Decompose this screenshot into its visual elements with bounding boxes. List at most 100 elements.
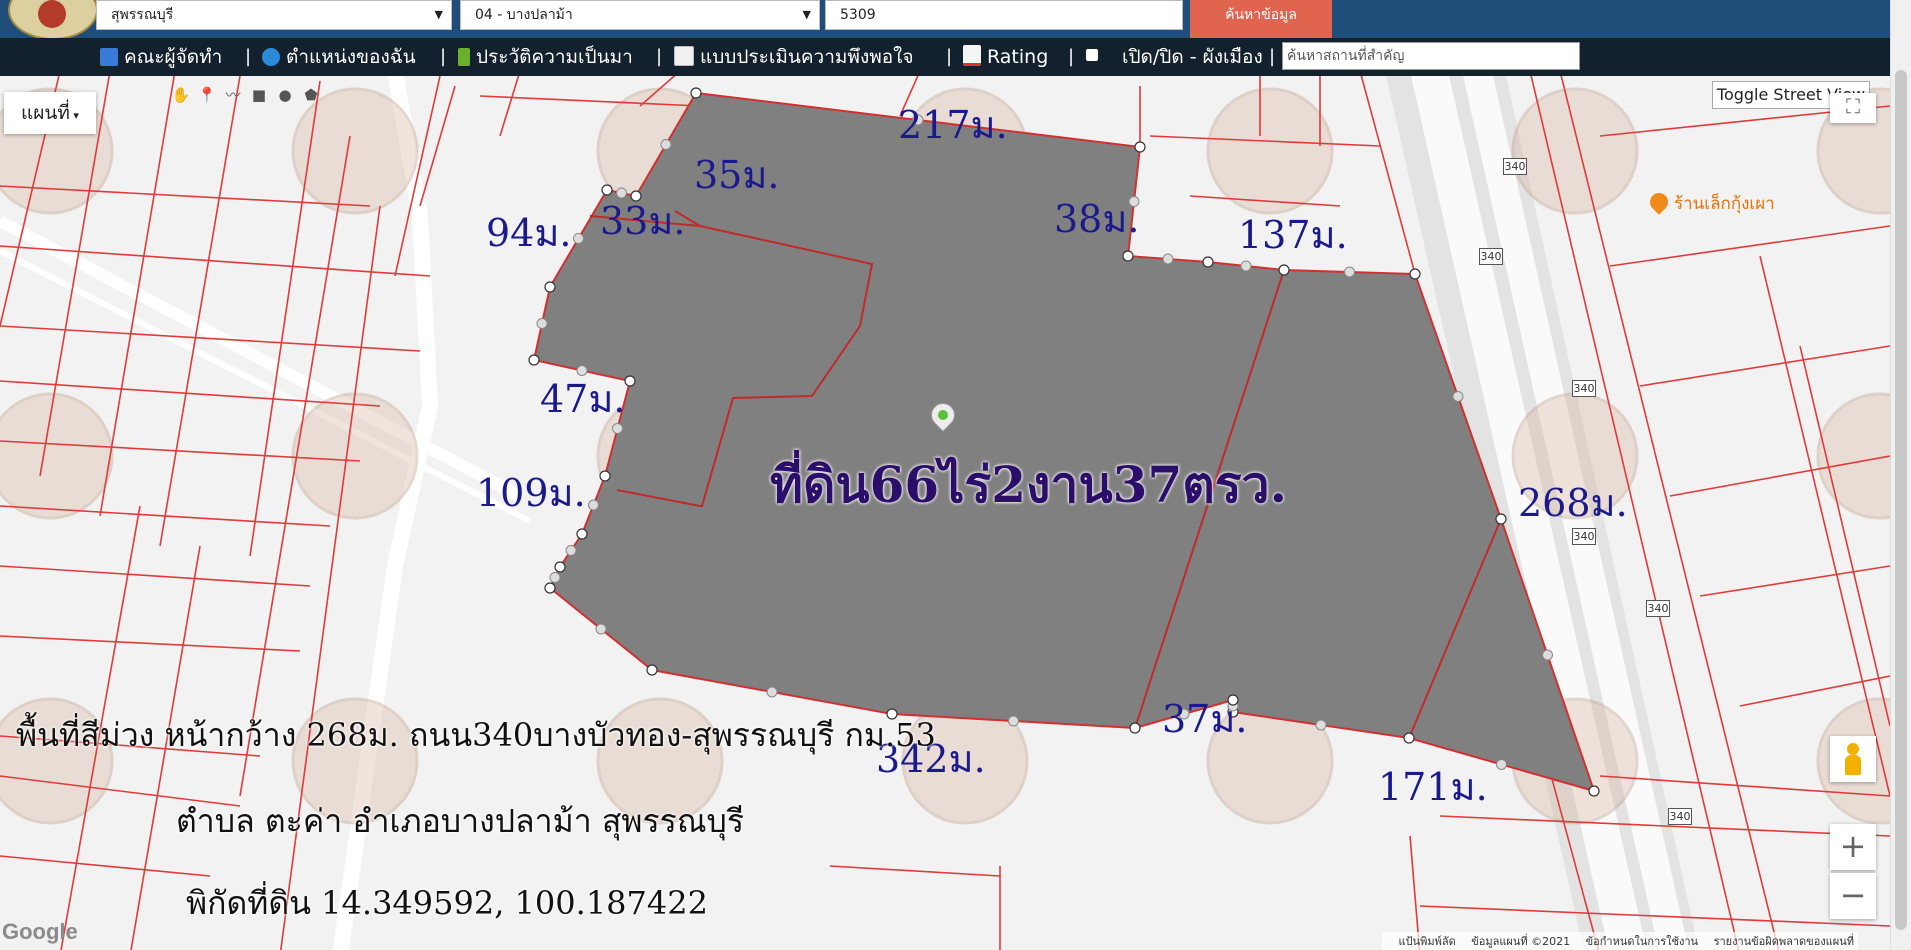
poi-label: ร้านเล็กกุ้งเผา — [1674, 194, 1775, 214]
scrollbar-thumb[interactable] — [1895, 70, 1907, 930]
vertex-handle[interactable] — [576, 528, 588, 540]
midpoint-handle[interactable] — [536, 318, 548, 329]
caret-down-icon: ▾ — [69, 109, 79, 122]
nav-separator: | — [245, 46, 252, 67]
nav-item-survey[interactable]: แบบประเมินความพึงพอใจ — [674, 38, 914, 76]
page-scrollbar[interactable] — [1890, 0, 1911, 950]
nav-item-label: Rating — [987, 46, 1049, 68]
vertex-handle[interactable] — [690, 87, 702, 99]
midpoint-handle[interactable] — [565, 545, 577, 556]
dimension-label: 109ม. — [476, 471, 586, 515]
dimension-label: 37ม. — [1162, 697, 1248, 741]
rectangle-icon[interactable]: ■ — [246, 82, 272, 108]
team-icon — [100, 48, 118, 66]
footer-mapdata: ข้อมูลแผนที่ ©2021 — [1471, 935, 1571, 948]
map-type-label: แผนที่ — [21, 102, 70, 124]
nav-item-label: ตำแหน่งของฉัน — [286, 46, 416, 68]
watermark-emblem — [1511, 87, 1639, 215]
nav-item-history[interactable]: ประวัติความเป็นมา — [458, 38, 633, 76]
dimension-label: 33ม. — [600, 199, 686, 243]
area-label: ที่ดิน66ไร่2งาน37ตรว. — [770, 455, 1288, 514]
vertex-handle[interactable] — [1129, 722, 1141, 734]
department-logo — [8, 0, 98, 40]
footer-shortcuts-link[interactable]: แป้นพิมพ์ลัด — [1398, 935, 1455, 948]
nav-separator: | — [1068, 46, 1075, 67]
zoom-in-button[interactable]: + — [1830, 824, 1876, 870]
vertex-handle[interactable] — [1122, 250, 1134, 262]
zoom-out-button[interactable]: − — [1830, 873, 1876, 919]
vertex-handle[interactable] — [646, 664, 658, 676]
parcel-number-input[interactable]: 5309 — [825, 0, 1183, 30]
polygon-icon[interactable]: ⬟ — [298, 82, 324, 108]
province-select[interactable]: สุพรรณบุรี ▼ — [96, 0, 452, 30]
midpoint-handle[interactable] — [660, 139, 672, 150]
map-type-button[interactable]: แผนที่ ▾ — [4, 92, 96, 134]
drawing-toolbar: ✋ 📍 〰 ■ ● ⬟ — [168, 82, 324, 108]
dimension-label: 171ม. — [1378, 765, 1488, 809]
nav-item-toggle-cityplan[interactable]: เปิด/ปิด - ผังเมือง — [1086, 38, 1263, 76]
poi-restaurant[interactable]: ร้านเล็กกุ้งเผา — [1646, 189, 1775, 217]
footer-report-link[interactable]: รายงานข้อผิดพลาดของแผนที่ — [1714, 935, 1854, 948]
restaurant-pin-icon — [1646, 189, 1672, 215]
vertex-handle[interactable] — [624, 375, 636, 387]
fullscreen-button[interactable]: ⛶ — [1830, 93, 1876, 123]
polyline-icon[interactable]: 〰 — [220, 82, 246, 108]
parcel-number-value: 5309 — [840, 7, 876, 23]
nav-item-team[interactable]: คณะผู้จัดทำ — [100, 38, 222, 76]
map-footer: แป้นพิมพ์ลัด ข้อมูลแผนที่ ©2021 ข้อกำหนด… — [1382, 932, 1858, 950]
map-canvas[interactable]: แผนที่ ▾ ✋ 📍 〰 ■ ● ⬟ Toggle Street View ร้านเ… — [0, 76, 1890, 950]
midpoint-handle[interactable] — [1344, 266, 1355, 278]
nav-item-label: คณะผู้จัดทำ — [124, 46, 223, 68]
marker-icon[interactable]: 📍 — [194, 82, 220, 108]
nav-item-my-location[interactable]: ตำแหน่งของฉัน — [262, 38, 416, 76]
circle-icon[interactable]: ● — [272, 82, 298, 108]
place-search-input[interactable]: ค้นหาสถานที่สำคัญ — [1282, 42, 1580, 70]
vertex-handle[interactable] — [1278, 264, 1290, 276]
midpoint-handle[interactable] — [595, 623, 607, 635]
checkbox-icon[interactable] — [1086, 49, 1098, 61]
midpoint-handle[interactable] — [766, 686, 778, 698]
vertex-handle[interactable] — [1495, 513, 1507, 525]
vertex-handle[interactable] — [1409, 268, 1421, 280]
midpoint-handle[interactable] — [1008, 715, 1019, 727]
dimension-label: 94ม. — [486, 211, 572, 255]
nav-item-rating[interactable]: Rating — [963, 38, 1048, 76]
road-shield: 340 — [1572, 380, 1596, 397]
midpoint-handle[interactable] — [1452, 391, 1464, 402]
chevron-down-icon: ▼ — [802, 8, 811, 21]
vertex-handle[interactable] — [1134, 141, 1146, 153]
vertex-handle[interactable] — [1403, 732, 1415, 744]
form-icon — [674, 46, 694, 66]
road-shield: 340 — [1503, 158, 1527, 175]
midpoint-handle[interactable] — [549, 572, 561, 583]
vertex-handle[interactable] — [554, 561, 566, 573]
district-select[interactable]: 04 - บางปลาม้า ▼ — [460, 0, 820, 30]
dimension-label: 137ม. — [1238, 213, 1348, 257]
google-logo: Google — [2, 919, 78, 944]
vertex-handle[interactable] — [528, 354, 540, 366]
vertex-handle[interactable] — [1588, 785, 1600, 797]
vertex-handle[interactable] — [544, 582, 556, 594]
chevron-down-icon: ▼ — [434, 8, 443, 21]
vertex-handle[interactable] — [544, 281, 556, 293]
midpoint-handle[interactable] — [1315, 719, 1327, 731]
nav-item-label: ประวัติความเป็นมา — [476, 46, 633, 68]
midpoint-handle[interactable] — [588, 499, 599, 511]
hand-icon[interactable]: ✋ — [168, 82, 194, 108]
dimension-label: 268ม. — [1518, 481, 1628, 525]
footer-terms-link[interactable]: ข้อกำหนดในการใช้งาน — [1586, 935, 1698, 948]
midpoint-handle[interactable] — [1496, 759, 1507, 770]
midpoint-handle[interactable] — [1162, 253, 1174, 265]
midpoint-handle[interactable] — [573, 233, 584, 244]
nav-bar: คณะผู้จัดทำ | ตำแหน่งของฉัน | ประวัติควา… — [0, 38, 1890, 76]
vertex-handle[interactable] — [1202, 256, 1214, 268]
dimension-label: 217ม. — [898, 103, 1008, 147]
pegman-icon[interactable] — [1830, 736, 1876, 782]
watermark-emblem — [1206, 87, 1334, 215]
midpoint-handle[interactable] — [1542, 649, 1553, 661]
info-line-location: ตำบล ตะค่า อำเภอบางปลาม้า สุพรรณบุรี — [176, 802, 745, 840]
vertex-handle[interactable] — [599, 470, 611, 482]
chart-icon — [963, 45, 981, 66]
search-button[interactable]: ค้นหาข้อมูล — [1190, 0, 1332, 38]
road-shield: 340 — [1668, 808, 1692, 825]
